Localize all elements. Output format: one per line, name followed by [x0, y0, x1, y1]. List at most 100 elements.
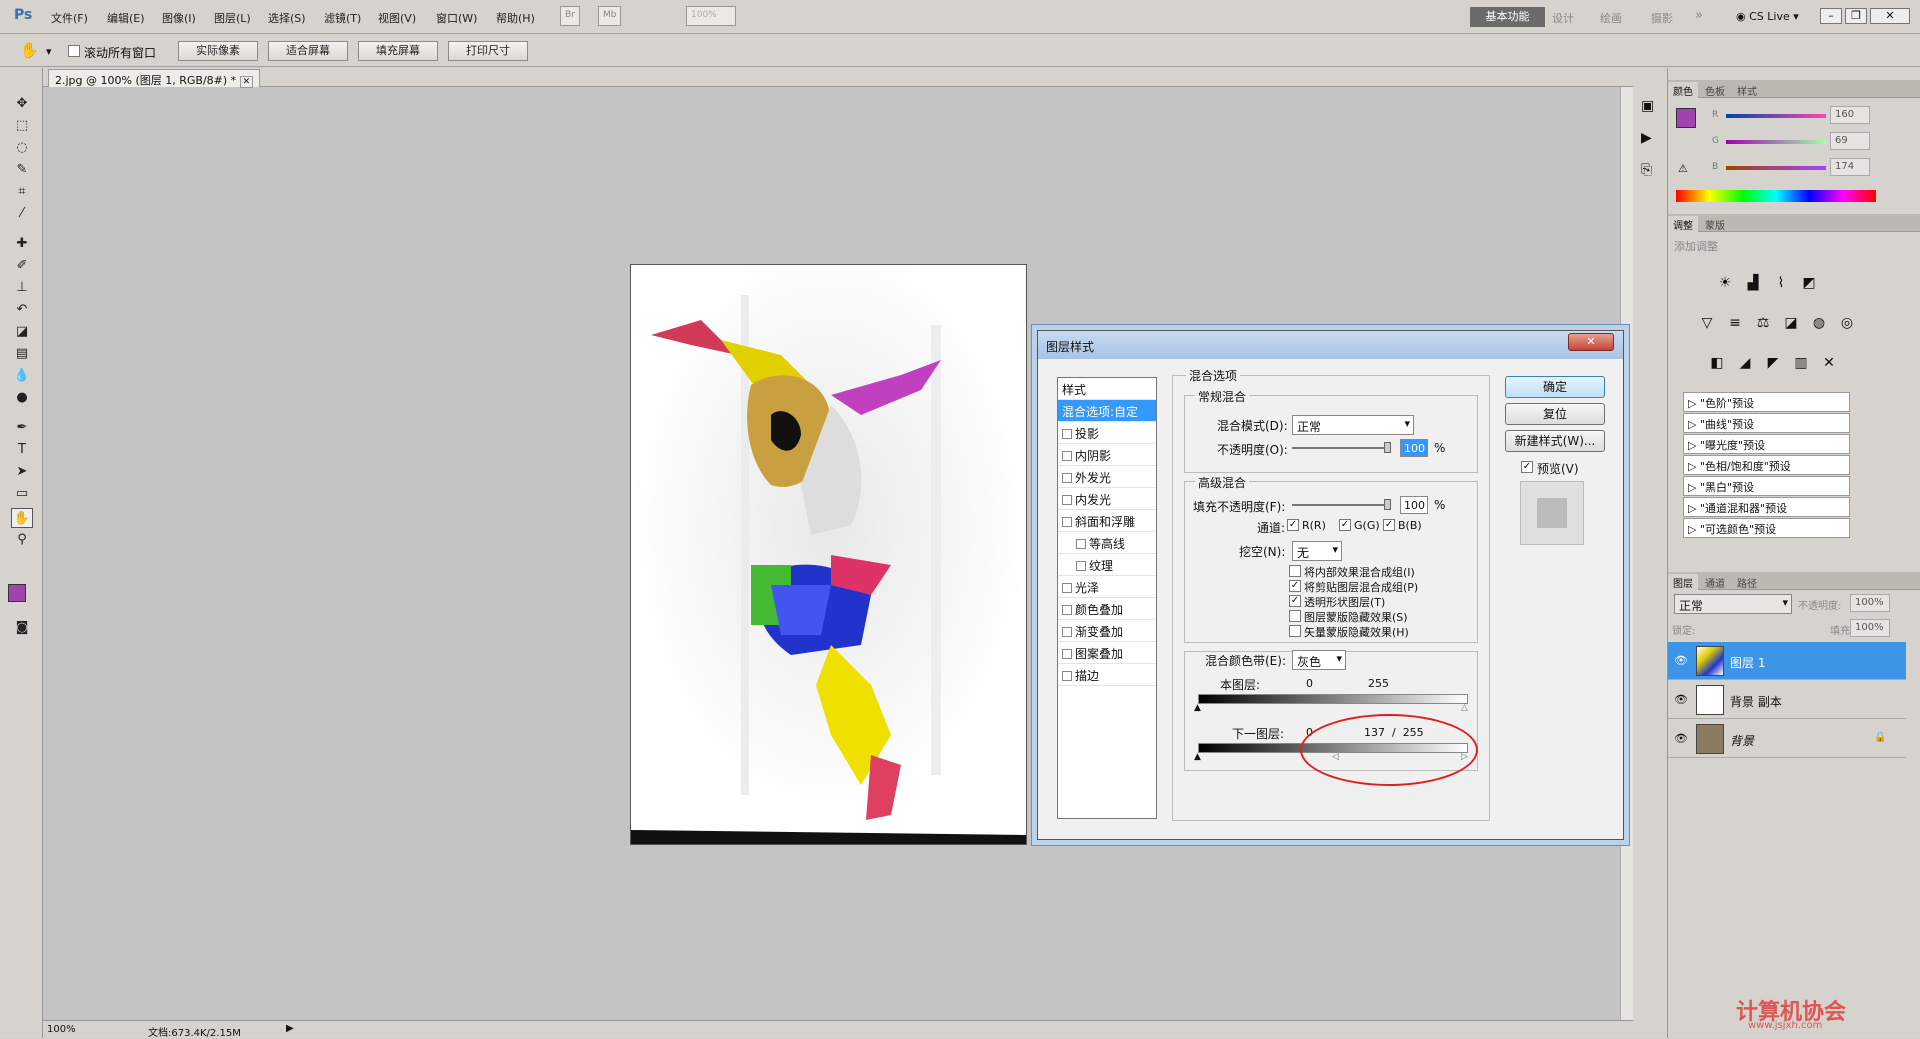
canvas-image[interactable] — [630, 264, 1027, 845]
more-workspaces-icon[interactable]: » — [1695, 8, 1703, 23]
style-outer-glow[interactable]: 外发光 — [1058, 466, 1156, 488]
layer-name[interactable]: 背景 — [1730, 732, 1754, 749]
hand-tool-icon[interactable]: ✋ — [20, 41, 39, 59]
style-bevel-emboss[interactable]: 斜面和浮雕 — [1058, 510, 1156, 532]
clone-stamp-icon[interactable]: ⊥ — [11, 278, 33, 298]
style-color-overlay[interactable]: 颜色叠加 — [1058, 598, 1156, 620]
option-checkbox-1[interactable]: ✓ — [1289, 580, 1301, 592]
layer-name[interactable]: 图层 1 — [1730, 654, 1765, 671]
hand-tool-active-icon[interactable]: ✋ — [11, 508, 33, 528]
fill-screen-button[interactable]: 填充屏幕 — [358, 41, 438, 61]
style-pattern-overlay[interactable]: 图案叠加 — [1058, 642, 1156, 664]
style-satin[interactable]: 光泽 — [1058, 576, 1156, 598]
exposure-icon[interactable]: ◩ — [1798, 272, 1820, 294]
curves-icon[interactable]: ⌇ — [1770, 272, 1792, 294]
dialog-close-icon[interactable]: ✕ — [1568, 333, 1614, 351]
menu-filter[interactable]: 滤镜(T) — [324, 10, 361, 26]
inner-shadow-checkbox[interactable] — [1062, 451, 1072, 461]
tab-masks[interactable]: 蒙版 — [1700, 216, 1730, 232]
option-checkbox-0[interactable] — [1289, 565, 1301, 577]
tab-styles[interactable]: 样式 — [1732, 82, 1762, 98]
menu-image[interactable]: 图像(I) — [162, 10, 196, 26]
style-texture[interactable]: 纹理 — [1058, 554, 1156, 576]
color-ramp[interactable] — [1676, 190, 1876, 202]
satin-checkbox[interactable] — [1062, 583, 1072, 593]
vibrance-icon[interactable]: ▽ — [1696, 312, 1718, 334]
blend-if-select[interactable]: 灰色 — [1292, 650, 1346, 670]
lasso-tool-icon[interactable]: ◌ — [11, 138, 33, 158]
workspace-photography[interactable]: 摄影 — [1651, 10, 1673, 26]
status-menu-icon[interactable]: ▶ — [286, 1023, 294, 1034]
brightness-icon[interactable]: ☀ — [1714, 272, 1736, 294]
scroll-all-checkbox[interactable] — [68, 45, 80, 57]
knockout-select[interactable]: 无 — [1292, 541, 1342, 561]
pen-tool-icon[interactable]: ✒ — [11, 418, 33, 438]
dialog-titlebar[interactable] — [1038, 331, 1623, 359]
pattern-overlay-checkbox[interactable] — [1062, 649, 1072, 659]
style-inner-shadow[interactable]: 内阴影 — [1058, 444, 1156, 466]
this-layer-white-stop-icon[interactable]: △ — [1461, 703, 1468, 713]
eraser-tool-icon[interactable]: ◪ — [11, 322, 33, 342]
color-panel-fg-swatch[interactable] — [1676, 108, 1696, 128]
opacity-slider-thumb[interactable] — [1384, 442, 1391, 453]
reset-button[interactable]: 复位 — [1505, 403, 1605, 425]
eyedropper-tool-icon[interactable]: ⁄ — [11, 204, 33, 224]
b-slider[interactable] — [1726, 166, 1826, 170]
selective-color-icon[interactable]: ✕ — [1818, 352, 1840, 374]
minimize-icon[interactable]: – — [1820, 8, 1842, 24]
workspace-essentials[interactable]: 基本功能 — [1470, 7, 1545, 27]
levels-icon[interactable]: ▟ — [1742, 272, 1764, 294]
style-inner-glow[interactable]: 内发光 — [1058, 488, 1156, 510]
posterize-icon[interactable]: ◢ — [1734, 352, 1756, 374]
underlying-black-stop-icon[interactable]: ▲ — [1194, 752, 1201, 762]
workspace-painting[interactable]: 绘画 — [1600, 10, 1622, 26]
opacity-input[interactable]: 100 — [1400, 439, 1428, 457]
style-list-header[interactable]: 样式 — [1058, 378, 1156, 400]
eye-icon[interactable]: 👁 — [1674, 693, 1688, 706]
workspace-design[interactable]: 设计 — [1552, 10, 1574, 26]
gradient-map-icon[interactable]: ▥ — [1790, 352, 1812, 374]
menu-layer[interactable]: 图层(L) — [214, 10, 251, 26]
style-stroke[interactable]: 描边 — [1058, 664, 1156, 686]
close-icon[interactable]: ✕ — [1870, 8, 1910, 24]
color-balance-icon[interactable]: ⚖ — [1752, 312, 1774, 334]
zoom-select[interactable]: 100% — [686, 6, 736, 26]
r-slider[interactable] — [1726, 114, 1826, 118]
color-overlay-checkbox[interactable] — [1062, 605, 1072, 615]
brush-tool-icon[interactable]: ✐ — [11, 256, 33, 276]
tab-color[interactable]: 颜色 — [1668, 82, 1698, 98]
gradient-tool-icon[interactable]: ▤ — [11, 344, 33, 364]
path-select-icon[interactable]: ➤ — [11, 462, 33, 482]
style-blend-options[interactable]: 混合选项:自定 — [1058, 400, 1156, 422]
g-value[interactable]: 69 — [1830, 132, 1870, 150]
restore-icon[interactable]: ❐ — [1845, 8, 1867, 24]
healing-brush-icon[interactable]: ✚ — [11, 234, 33, 254]
blur-tool-icon[interactable]: 💧 — [11, 366, 33, 386]
stroke-checkbox[interactable] — [1062, 671, 1072, 681]
hue-saturation-icon[interactable]: ≡ — [1724, 312, 1746, 334]
preset-hue-saturation[interactable]: ▷ "色相/饱和度"预设 — [1683, 455, 1850, 475]
channel-r-checkbox[interactable]: ✓ — [1287, 519, 1299, 531]
tab-layers[interactable]: 图层 — [1668, 574, 1698, 590]
menu-edit[interactable]: 编辑(E) — [107, 10, 145, 26]
ok-button[interactable]: 确定 — [1505, 376, 1605, 398]
cslive-button[interactable]: ◉ CS Live ▾ — [1736, 10, 1799, 23]
preset-curves[interactable]: ▷ "曲线"预设 — [1683, 413, 1850, 433]
photo-filter-icon[interactable]: ◍ — [1808, 312, 1830, 334]
fill-opacity-thumb[interactable] — [1384, 499, 1391, 510]
move-tool-icon[interactable]: ✥ — [11, 94, 33, 114]
bridge-button[interactable]: Br — [560, 6, 580, 26]
inner-glow-checkbox[interactable] — [1062, 495, 1072, 505]
preset-exposure[interactable]: ▷ "曝光度"预设 — [1683, 434, 1850, 454]
type-tool-icon[interactable]: T — [11, 440, 33, 460]
layer-fill-input[interactable]: 100% — [1850, 619, 1890, 637]
tab-swatches[interactable]: 色板 — [1700, 82, 1730, 98]
tab-paths[interactable]: 路径 — [1732, 574, 1762, 590]
layer-name[interactable]: 背景 副本 — [1730, 693, 1782, 710]
blend-mode-select[interactable]: 正常 — [1292, 415, 1414, 435]
layer-blend-mode-select[interactable]: 正常 — [1674, 594, 1792, 614]
style-gradient-overlay[interactable]: 渐变叠加 — [1058, 620, 1156, 642]
drop-shadow-checkbox[interactable] — [1062, 429, 1072, 439]
g-slider[interactable] — [1726, 140, 1826, 144]
preset-black-white[interactable]: ▷ "黑白"预设 — [1683, 476, 1850, 496]
